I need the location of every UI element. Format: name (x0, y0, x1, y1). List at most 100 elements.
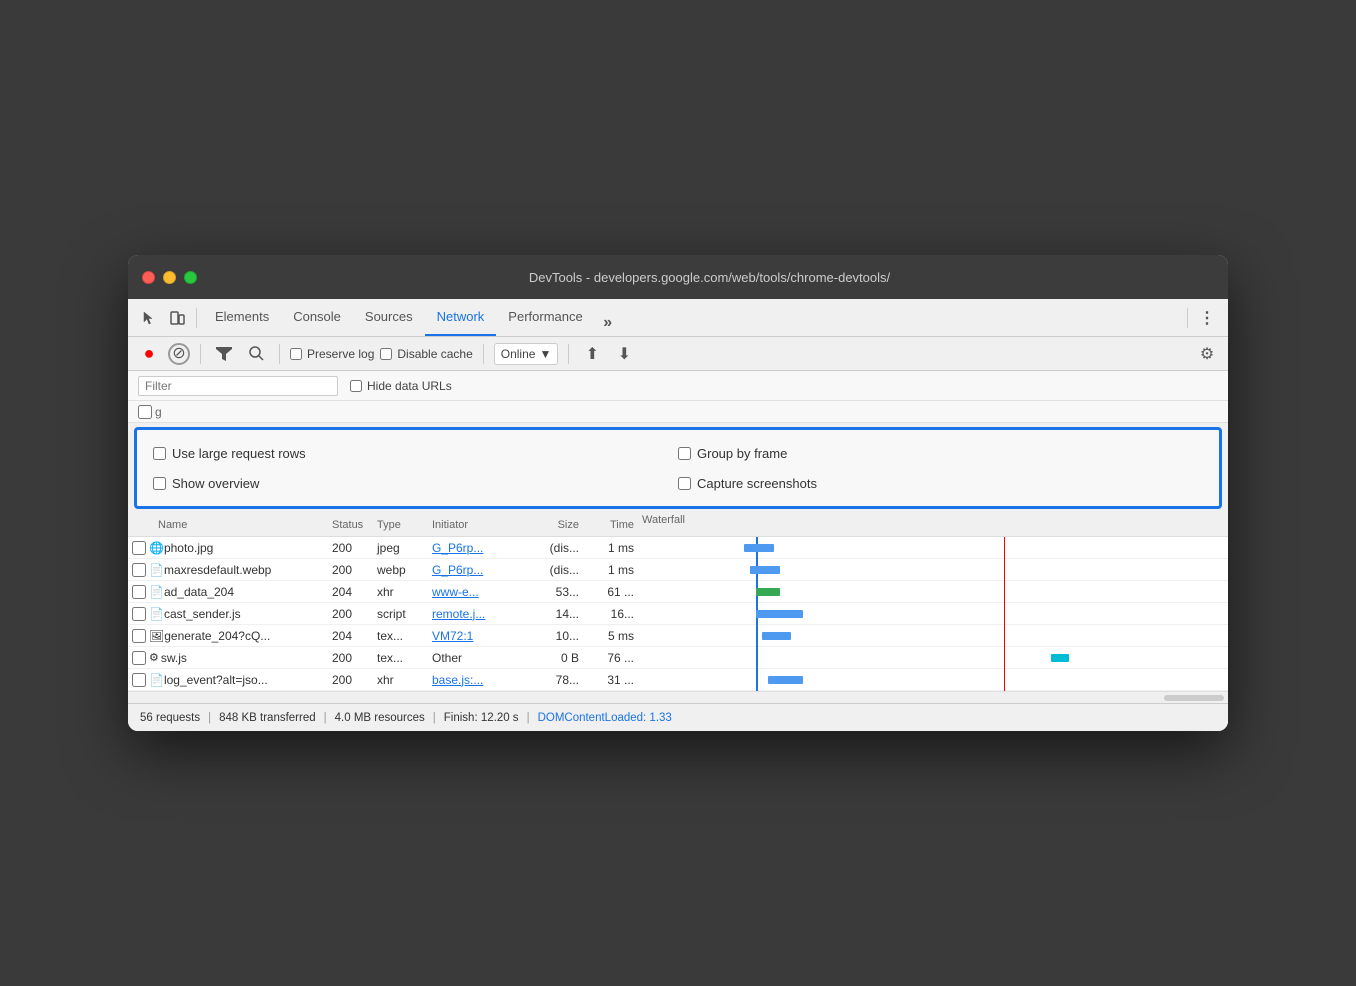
filter-row: Hide data URLs (128, 371, 1228, 401)
row-name-cell: 🌐 photo.jpg (128, 541, 328, 555)
large-rows-label: Use large request rows (172, 446, 306, 461)
waterfall-bar (756, 588, 780, 596)
table-row[interactable]: 📄 maxresdefault.webp 200 webp G_P6rp... … (128, 559, 1228, 581)
requests-count: 56 requests (140, 712, 200, 724)
network-sep-4 (568, 344, 569, 364)
clear-button[interactable]: ⊘ (168, 343, 190, 365)
cursor-icon[interactable] (136, 305, 162, 331)
row-name-cell: ⚙ sw.js (128, 651, 328, 665)
export-icon[interactable]: ⬇ (611, 341, 637, 367)
file-icon: 📄 (149, 585, 164, 599)
table-row[interactable]: ⚙ sw.js 200 tex... Other 0 B 76 ... (128, 647, 1228, 669)
network-sep-3 (483, 344, 484, 364)
dom-loaded: DOMContentLoaded: 1.33 (538, 712, 672, 724)
row-name-cell: 📄 cast_sender.js (128, 607, 328, 621)
large-rows-checkbox[interactable] (153, 447, 166, 460)
gear-file-icon: ⚙ (149, 651, 159, 664)
window-title: DevTools - developers.google.com/web/too… (205, 270, 1214, 285)
tab-network[interactable]: Network (425, 299, 497, 336)
device-icon[interactable] (164, 305, 190, 331)
scrollbar-thumb[interactable] (1164, 695, 1224, 701)
group-by-frame-option: Group by frame (678, 446, 1203, 461)
devtools-body: Elements Console Sources Network Perform… (128, 299, 1228, 731)
toolbar-separator-1 (196, 308, 197, 328)
table-row[interactable]: 📄 cast_sender.js 200 script remote.j... … (128, 603, 1228, 625)
options-panel: Use large request rows Group by frame Sh… (134, 427, 1222, 509)
network-table: 🌐 photo.jpg 200 jpeg G_P6rp... (dis... 1… (128, 537, 1228, 703)
file-icon: 📄 (149, 563, 164, 577)
group-by-frame-checkbox[interactable] (678, 447, 691, 460)
more-tabs-button[interactable]: » (595, 310, 621, 336)
group-by-frame-label: Group by frame (697, 446, 787, 461)
network-sep-1 (200, 344, 201, 364)
header-initiator[interactable]: Initiator (428, 519, 528, 531)
filter-input[interactable] (138, 376, 338, 396)
file-icon: 📄 (149, 673, 164, 687)
header-type[interactable]: Type (373, 519, 428, 531)
minimize-button[interactable] (163, 271, 176, 284)
close-button[interactable] (142, 271, 155, 284)
disable-cache-checkbox[interactable]: Disable cache (380, 347, 472, 361)
tab-console[interactable]: Console (281, 299, 353, 336)
table-header: Name Status Type Initiator Size Time Wat… (128, 513, 1228, 537)
transferred-size: 848 KB transferred (219, 712, 316, 724)
header-name[interactable]: Name (128, 519, 328, 531)
search-icon[interactable] (243, 341, 269, 367)
row-name-cell: 🖼 generate_204?cQ... (128, 629, 328, 643)
options-row-1: Use large request rows Group by frame (153, 438, 1203, 468)
show-overview-option: Show overview (153, 476, 678, 491)
show-overview-label: Show overview (172, 476, 259, 491)
record-button[interactable]: ● (136, 341, 162, 367)
tab-bar: Elements Console Sources Network Perform… (203, 299, 621, 336)
import-icon[interactable]: ⬆ (579, 341, 605, 367)
tab-elements[interactable]: Elements (203, 299, 281, 336)
waterfall-bar (756, 610, 803, 618)
tab-performance[interactable]: Performance (496, 299, 594, 336)
file-icon: 🖼 (149, 629, 164, 643)
devtools-window: DevTools - developers.google.com/web/too… (128, 255, 1228, 731)
capture-screenshots-label: Capture screenshots (697, 476, 817, 491)
resources-size: 4.0 MB resources (335, 712, 425, 724)
network-toolbar: ● ⊘ Preserve log Disable cache Online ▼ (128, 337, 1228, 371)
row-name-cell: 📄 log_event?alt=jso... (128, 673, 328, 687)
waterfall-bar (744, 544, 774, 552)
network-sep-2 (279, 344, 280, 364)
status-bar: 56 requests | 848 KB transferred | 4.0 M… (128, 703, 1228, 731)
header-status[interactable]: Status (328, 519, 373, 531)
file-icon: 🌐 (149, 541, 164, 555)
throttle-select[interactable]: Online ▼ (494, 343, 559, 365)
header-waterfall[interactable]: Waterfall (638, 514, 1228, 536)
devtools-toolbar: Elements Console Sources Network Perform… (128, 299, 1228, 337)
table-row[interactable]: 🌐 photo.jpg 200 jpeg G_P6rp... (dis... 1… (128, 537, 1228, 559)
filter-icon[interactable] (211, 341, 237, 367)
preserve-log-checkbox[interactable]: Preserve log (290, 347, 374, 361)
capture-screenshots-option: Capture screenshots (678, 476, 1203, 491)
hide-data-urls-checkbox[interactable]: Hide data URLs (350, 379, 452, 393)
finish-time: Finish: 12.20 s (444, 712, 519, 724)
table-row[interactable]: 🖼 generate_204?cQ... 204 tex... VM72:1 1… (128, 625, 1228, 647)
table-row[interactable]: 📄 ad_data_204 204 xhr www-e... 53... 61 … (128, 581, 1228, 603)
header-size[interactable]: Size (528, 519, 583, 531)
horizontal-scrollbar[interactable] (128, 691, 1228, 703)
toolbar-separator-2 (1187, 308, 1188, 328)
waterfall-bar (750, 566, 780, 574)
titlebar: DevTools - developers.google.com/web/too… (128, 255, 1228, 299)
file-icon: 📄 (149, 607, 164, 621)
row-name-cell: 📄 maxresdefault.webp (128, 563, 328, 577)
settings-icon[interactable]: ⚙ (1194, 341, 1220, 367)
partial-row: g (128, 401, 1228, 423)
show-overview-checkbox[interactable] (153, 477, 166, 490)
waterfall-bar (768, 676, 803, 684)
menu-button[interactable]: ⋮ (1194, 305, 1220, 331)
red-time-line (1004, 537, 1006, 559)
maximize-button[interactable] (184, 271, 197, 284)
options-row-2: Show overview Capture screenshots (153, 468, 1203, 498)
capture-screenshots-checkbox[interactable] (678, 477, 691, 490)
header-time[interactable]: Time (583, 519, 638, 531)
row-name-cell: 📄 ad_data_204 (128, 585, 328, 599)
table-row[interactable]: 📄 log_event?alt=jso... 200 xhr base.js:.… (128, 669, 1228, 691)
waterfall-bar (1051, 654, 1069, 662)
waterfall-bar (762, 632, 792, 640)
tab-sources[interactable]: Sources (353, 299, 425, 336)
large-rows-option: Use large request rows (153, 446, 678, 461)
